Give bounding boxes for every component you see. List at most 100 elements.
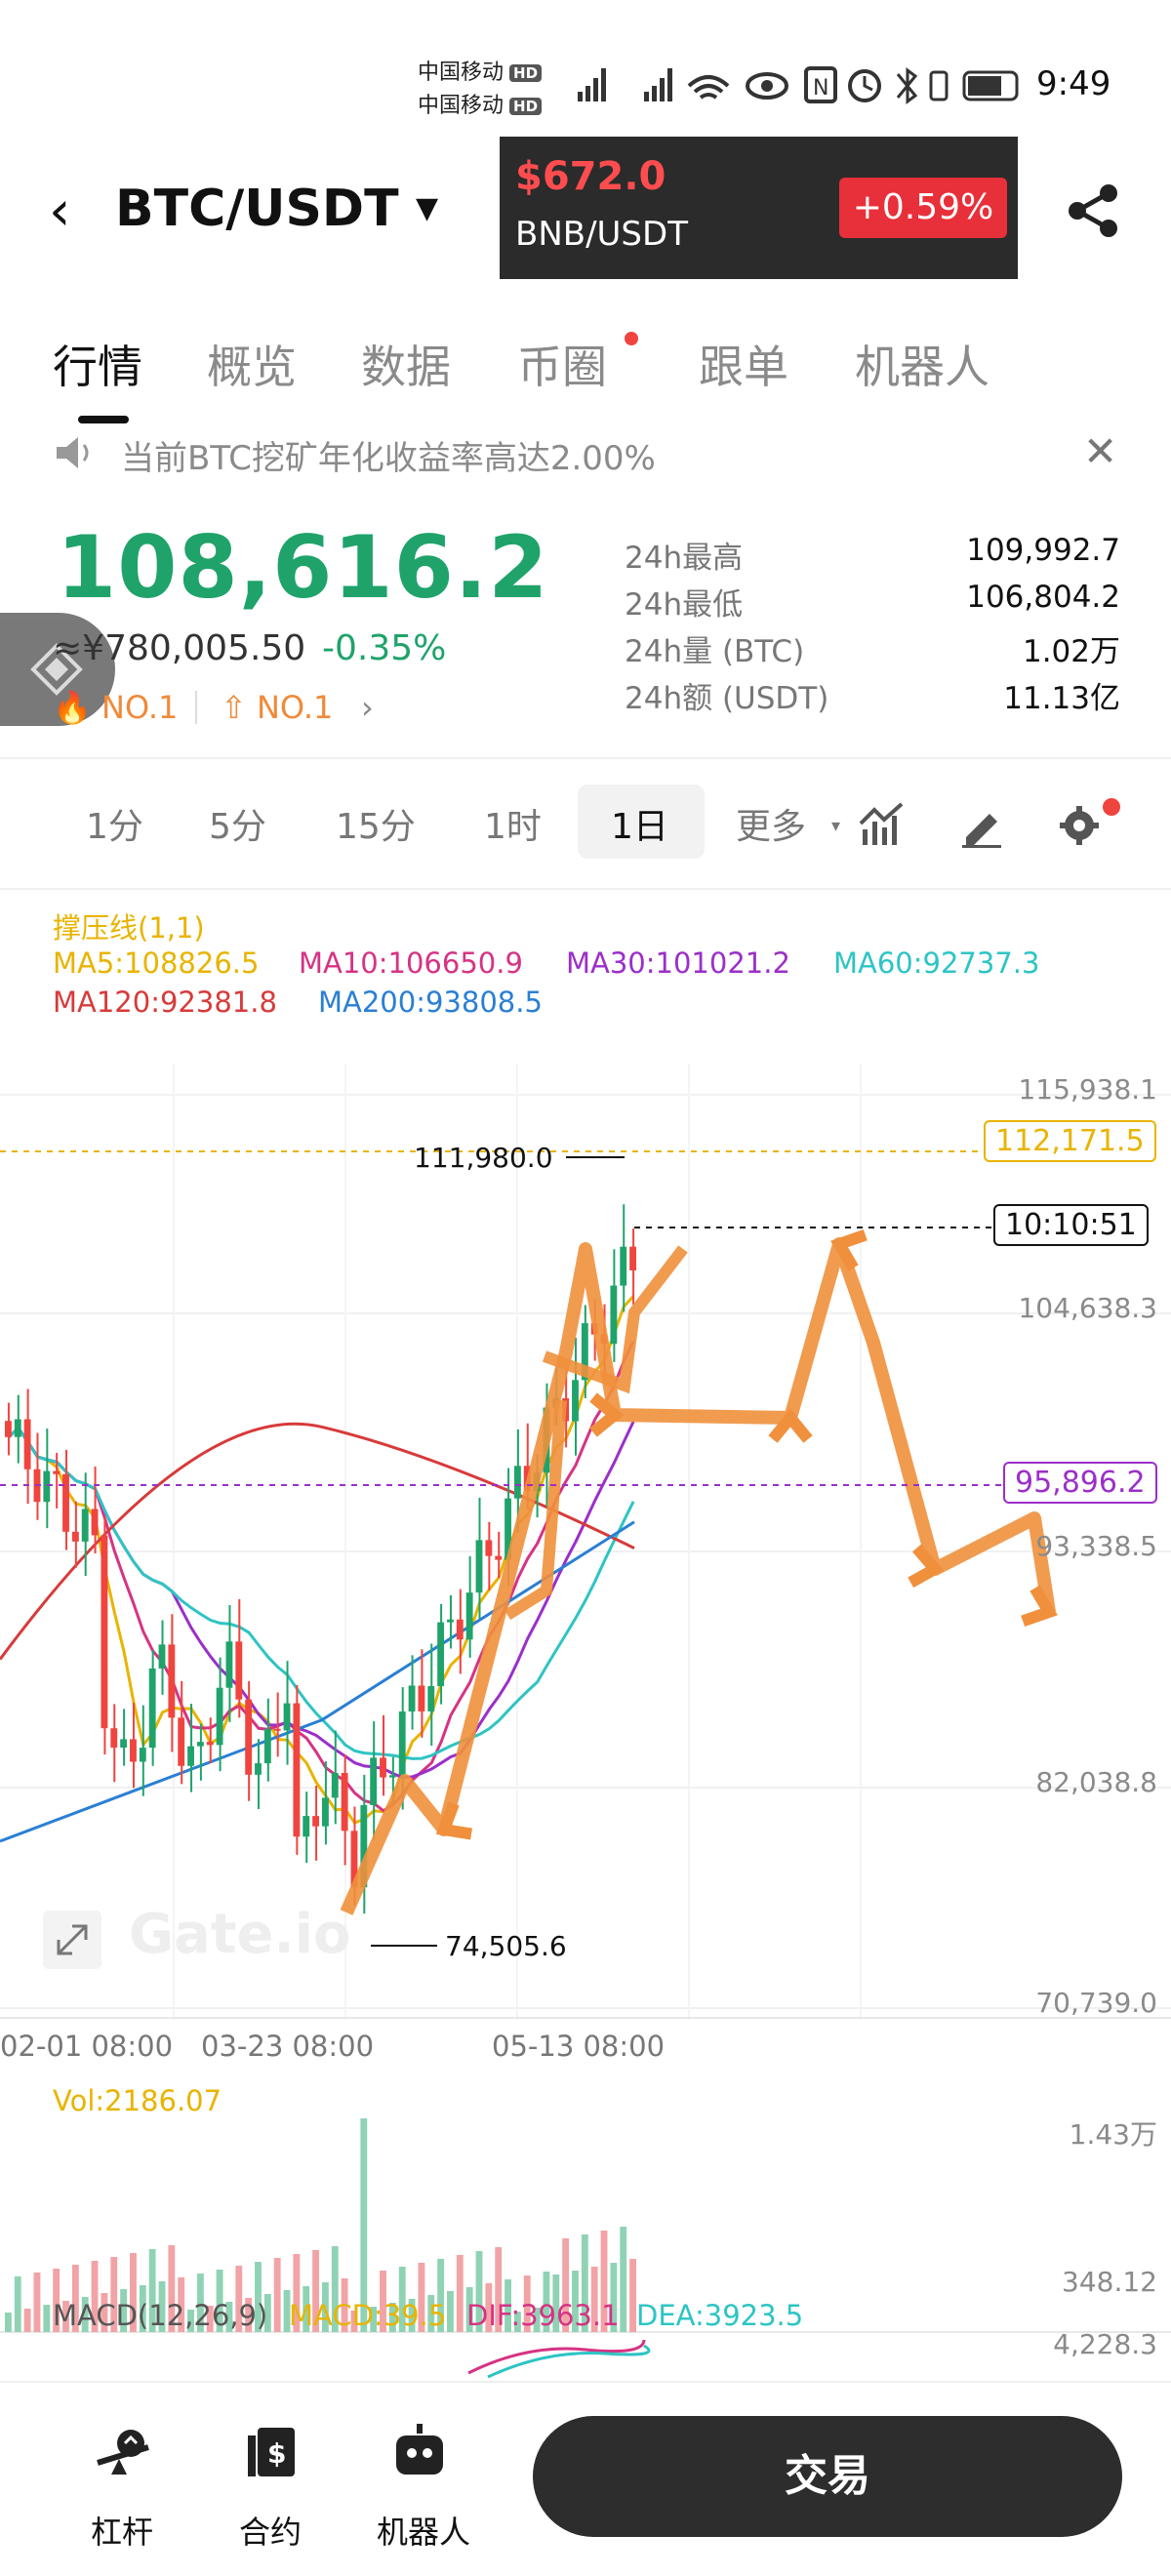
ma5-legend: MA5:108826.5 (53, 946, 260, 980)
candle-body (388, 1775, 396, 1778)
volume-bar (447, 2291, 454, 2332)
candle-body (495, 1555, 503, 1560)
dea-value: DEA:3923.5 (636, 2299, 804, 2332)
clock: 9:49 (1036, 64, 1111, 103)
divider (0, 888, 1171, 890)
x-tick: 03-23 08:00 (201, 2030, 375, 2063)
macd-axis: 4,228.3 (1053, 2328, 1157, 2360)
y-tick: 104,638.3 (1018, 1292, 1157, 1324)
popup-change-badge: +0.59% (839, 178, 1007, 238)
candle-body (187, 1746, 194, 1766)
notice-bar[interactable]: 当前BTC挖矿年化收益率高达2.00% ✕ (0, 427, 1171, 486)
candle-body (283, 1703, 291, 1731)
pair-selector[interactable]: BTC/USDT (115, 180, 399, 238)
tab-bots[interactable]: 机器人 (855, 332, 989, 396)
volume-bar (23, 2309, 31, 2332)
share-icon[interactable] (1064, 181, 1122, 240)
carrier-1: 中国移动 HD (418, 55, 543, 86)
svg-text:N: N (813, 76, 828, 101)
candle-body (437, 1622, 445, 1687)
candle-body (245, 1699, 253, 1775)
dif-value: DIF:3963.1 (466, 2299, 620, 2332)
trade-button[interactable]: 交易 (533, 2416, 1122, 2537)
draw-pen-icon[interactable] (958, 802, 1005, 849)
interval-more[interactable]: 更多 (736, 798, 806, 849)
candle-body (408, 1685, 416, 1712)
candle-body (620, 1246, 627, 1286)
kline-chart[interactable] (0, 1064, 1171, 2381)
candle-body (572, 1380, 579, 1422)
tab-overview[interactable]: 概览 (207, 332, 297, 396)
gear-icon[interactable] (1058, 800, 1107, 849)
rank-gainer[interactable]: ⇧ NO.1 (221, 689, 333, 726)
expand-chart-icon[interactable] (43, 1911, 101, 1969)
support-line-legend: 撑压线(1,1) (53, 911, 205, 945)
candle-body (513, 1466, 521, 1499)
ma60-legend: MA60:92737.3 (833, 946, 1040, 980)
volume-label: Vol:2186.07 (53, 2084, 222, 2117)
volume-max: 1.43万 (1069, 2118, 1157, 2151)
interval-5m[interactable]: 5分 (209, 798, 266, 849)
popup-pair: BNB/USDT (515, 215, 688, 254)
candle-body (398, 1711, 406, 1776)
tab-market[interactable]: 行情 (53, 332, 142, 396)
candle-body (71, 1531, 79, 1542)
robot-icon[interactable] (390, 2422, 449, 2480)
tab-community[interactable]: 币圈 (517, 332, 607, 396)
divider (0, 2381, 1171, 2383)
annotation-arrowhead (435, 1801, 473, 1840)
leverage-icon[interactable] (94, 2424, 152, 2482)
candle-body (629, 1246, 636, 1270)
macd-lines (467, 2339, 651, 2379)
candle-body (110, 1728, 118, 1748)
interval-1d[interactable]: 1日 (611, 798, 668, 849)
close-icon[interactable]: ✕ (1083, 427, 1117, 475)
divider (195, 691, 197, 724)
high-label: 111,980.0 (414, 1142, 553, 1174)
arrow-up-icon: ⇧ (221, 689, 247, 726)
rank-hot[interactable]: 🔥 NO.1 (53, 689, 178, 726)
cny-price: ≈¥780,005.50 (53, 628, 306, 668)
candle-body (341, 1773, 348, 1831)
candle-body (303, 1816, 310, 1837)
candle-body (168, 1644, 176, 1718)
ma200-legend: MA200:93808.5 (318, 986, 543, 1019)
candle-body (130, 1739, 137, 1762)
candle-body (196, 1742, 204, 1747)
watermark: Gate.io (129, 1903, 351, 1966)
tab-copy-trading[interactable]: 跟单 (699, 332, 788, 396)
candle-body (120, 1739, 128, 1748)
y-tick: 82,038.8 (1035, 1766, 1157, 1798)
chevron-down-icon[interactable]: ▼ (416, 191, 438, 225)
nav-futures[interactable]: 合约 (217, 2508, 324, 2553)
interval-15m[interactable]: 15分 (336, 798, 416, 849)
price-alert-popup[interactable]: $672.0 BNB/USDT +0.59% (500, 137, 1018, 279)
stat-value: 11.13亿 (1003, 681, 1120, 716)
svg-text:$: $ (267, 2437, 286, 2470)
caret-down-icon[interactable]: ▾ (831, 816, 840, 836)
candle-body (5, 1421, 12, 1437)
interval-1h[interactable]: 1时 (484, 798, 542, 849)
volume-bar (629, 2259, 636, 2332)
status-bar: 中国移动 HD 中国移动 HD N 9:49 (0, 0, 1171, 146)
nav-leverage[interactable]: 杠杆 (68, 2508, 176, 2553)
candle-body (370, 1757, 378, 1805)
ma120-legend: MA120:92381.8 (53, 986, 277, 1019)
change-percent: -0.35% (322, 628, 447, 668)
volume-bar (620, 2227, 627, 2332)
candle-body (465, 1592, 473, 1640)
back-icon[interactable]: ‹ (49, 180, 70, 243)
volume-bar (43, 2305, 51, 2332)
indicator-icon[interactable] (857, 800, 906, 849)
candle-body (610, 1285, 618, 1345)
nav-bots[interactable]: 机器人 (367, 2508, 480, 2553)
volume-bar (33, 2273, 41, 2332)
chevron-right-icon[interactable]: › (361, 689, 374, 726)
candle-body (322, 1797, 329, 1827)
futures-icon[interactable]: $ (244, 2424, 299, 2482)
ma10-legend: MA10:106650.9 (299, 946, 523, 980)
tab-data[interactable]: 数据 (361, 332, 451, 396)
candle-body (485, 1540, 493, 1556)
interval-1m[interactable]: 1分 (86, 798, 143, 849)
notice-text: 当前BTC挖矿年化收益率高达2.00% (121, 439, 656, 478)
